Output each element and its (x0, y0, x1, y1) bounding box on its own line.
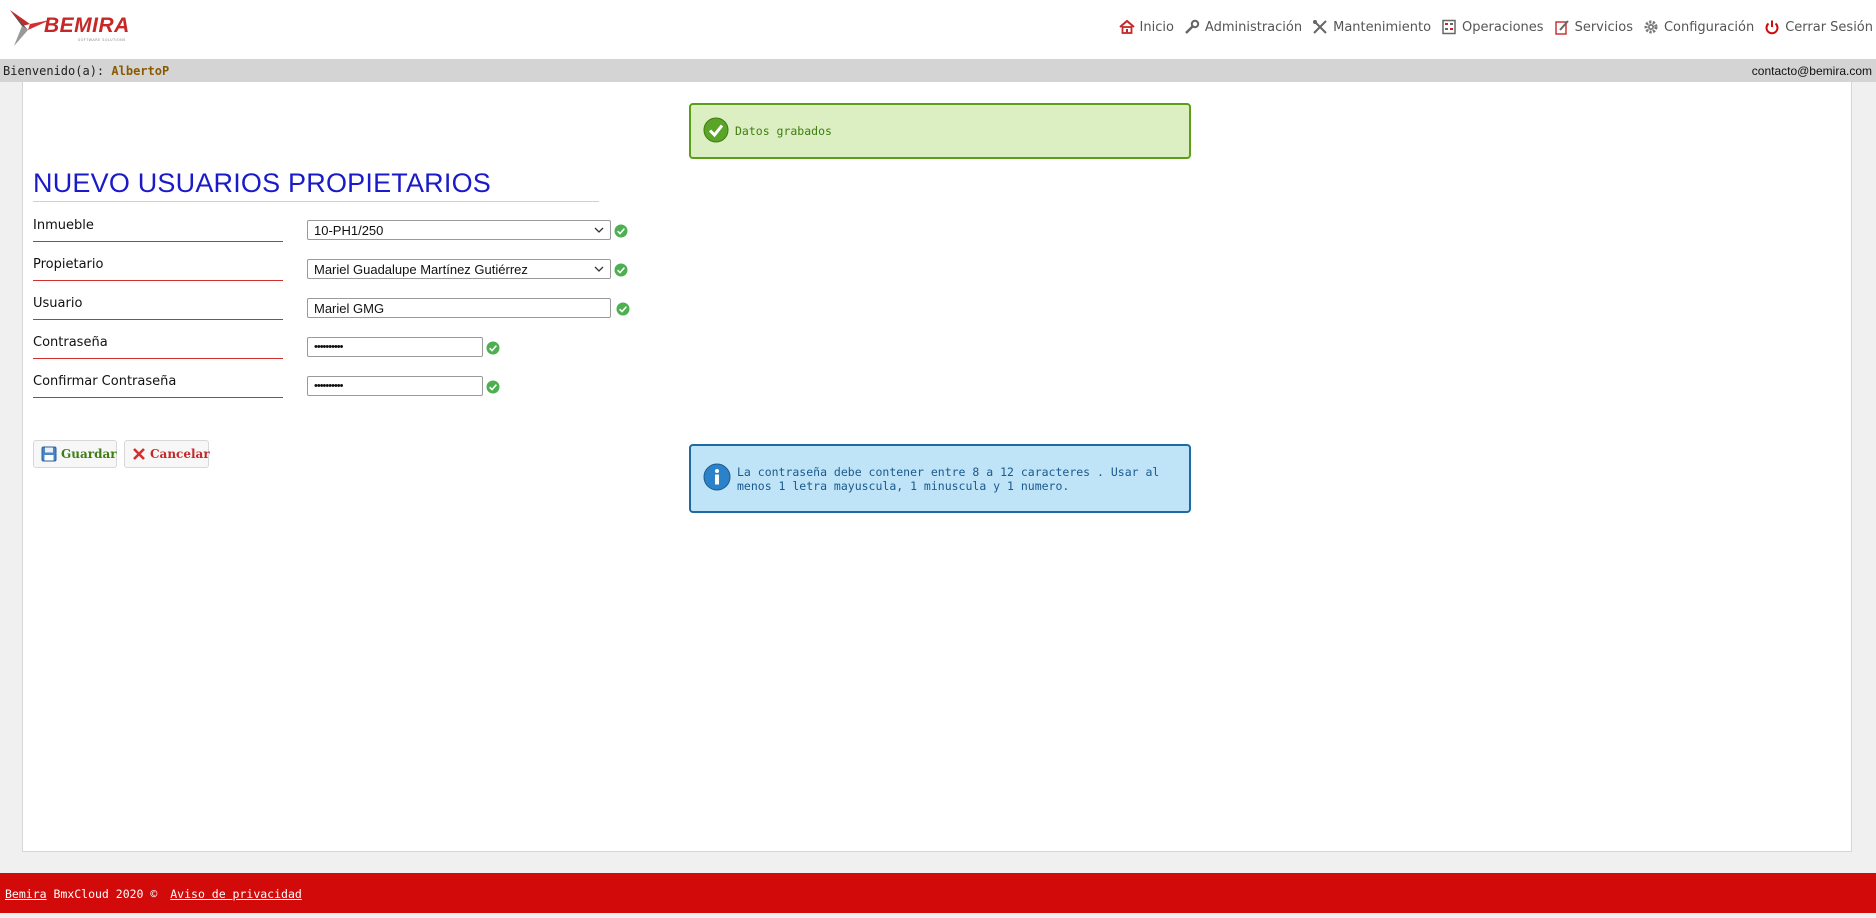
inmueble-value: 10-PH1/250 (314, 222, 384, 238)
confirmar-contrasena-label: Confirmar Contraseña (33, 374, 283, 398)
chevron-down-icon (594, 225, 604, 236)
page-title: NUEVO USUARIOS PROPIETARIOS (33, 168, 599, 202)
propietario-select[interactable]: Mariel Guadalupe Martínez Gutiérrez (307, 259, 611, 279)
valid-check-icon (486, 341, 500, 355)
propietario-label: Propietario (33, 257, 283, 281)
main-panel: Datos grabados NUEVO USUARIOS PROPIETARI… (22, 82, 1852, 852)
calculator-icon (1440, 18, 1458, 36)
footer-text: Bemira BmxCloud 2020 © Aviso de privacid… (5, 887, 302, 901)
save-button-label: Guardar (61, 447, 117, 461)
propietario-value: Mariel Guadalupe Martínez Gutiérrez (314, 261, 528, 277)
usuario-label: Usuario (33, 296, 283, 320)
nav-configuracion[interactable]: Configuración (1642, 18, 1754, 36)
cancel-button-label: Cancelar (150, 447, 210, 461)
valid-check-icon (614, 263, 628, 277)
valid-check-icon (486, 380, 500, 394)
usuario-input[interactable]: Mariel GMG (307, 298, 611, 318)
home-icon (1118, 18, 1136, 36)
main-nav: Inicio Administración Mantenimiento Oper… (1109, 16, 1873, 38)
nav-configuracion-label: Configuración (1663, 19, 1755, 35)
welcome-bar: Bienvenido(a): AlbertoP contacto@bemira.… (0, 59, 1876, 82)
info-icon (703, 463, 731, 494)
password-input[interactable]: •••••••••• (307, 337, 483, 357)
nav-inicio[interactable]: Inicio (1118, 18, 1174, 36)
nav-servicios[interactable]: Servicios (1553, 18, 1633, 36)
privacy-notice-link[interactable]: Aviso de privacidad (170, 887, 302, 901)
nav-servicios-label: Servicios (1574, 19, 1633, 35)
chevron-down-icon (594, 264, 604, 275)
header: BEMIRA SOFTWARE SOLUTIONS Inicio Adminis… (0, 0, 1876, 59)
save-button[interactable]: Guardar (33, 440, 117, 468)
welcome-username: AlbertoP (111, 64, 170, 78)
confirm-password-input[interactable]: •••••••••• (307, 376, 483, 396)
bemira-logo[interactable]: BEMIRA SOFTWARE SOLUTIONS (8, 6, 140, 50)
power-icon (1763, 18, 1781, 36)
nav-cerrar-sesion[interactable]: Cerrar Sesión (1763, 18, 1873, 36)
brand-name: BEMIRA (44, 14, 130, 37)
wrench-icon (1183, 18, 1201, 36)
info-message-text: La contraseña debe contener entre 8 a 12… (737, 464, 1160, 493)
nav-administracion[interactable]: Administración (1183, 18, 1302, 36)
inmueble-select[interactable]: 10-PH1/250 (307, 220, 611, 240)
footer-copyright: BmxCloud 2020 © (46, 887, 165, 901)
success-check-icon (703, 117, 729, 146)
nav-operaciones[interactable]: Operaciones (1440, 18, 1544, 36)
inmueble-label: Inmueble (33, 218, 283, 242)
success-message-text: Datos grabados (735, 124, 832, 138)
success-message: Datos grabados (689, 103, 1191, 159)
info-message: La contraseña debe contener entre 8 a 12… (689, 444, 1191, 513)
cancel-button[interactable]: Cancelar (124, 440, 210, 468)
welcome-text: Bienvenido(a): AlbertoP (3, 64, 169, 78)
welcome-prefix: Bienvenido(a): (3, 64, 105, 78)
footer: Bemira BmxCloud 2020 © Aviso de privacid… (0, 873, 1876, 913)
nav-mantenimiento-label: Mantenimiento (1333, 19, 1432, 35)
contact-email: contacto@bemira.com (1751, 64, 1872, 78)
gear-icon (1642, 18, 1660, 36)
valid-check-icon (616, 302, 630, 316)
brand-tagline: SOFTWARE SOLUTIONS (78, 38, 126, 42)
nav-inicio-label: Inicio (1139, 19, 1174, 35)
tools-icon (1311, 18, 1329, 36)
footer-brand-link[interactable]: Bemira (5, 887, 47, 901)
edit-document-icon (1553, 18, 1571, 36)
floppy-disk-icon (41, 446, 57, 462)
nav-cerrar-sesion-label: Cerrar Sesión (1785, 19, 1873, 35)
nav-operaciones-label: Operaciones (1462, 19, 1544, 35)
nav-mantenimiento[interactable]: Mantenimiento (1311, 18, 1431, 36)
contrasena-label: Contraseña (33, 335, 283, 359)
valid-check-icon (614, 224, 628, 238)
nav-administracion-label: Administración (1204, 19, 1303, 35)
close-icon (132, 447, 146, 461)
